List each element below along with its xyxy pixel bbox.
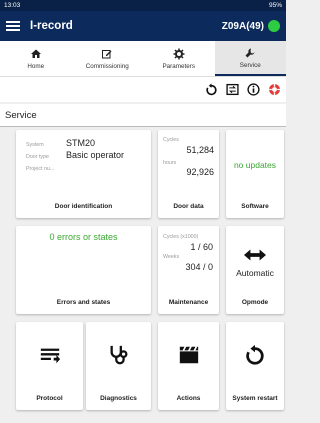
protocol-tile[interactable]: Protocol — [16, 322, 83, 410]
tab-label: Service — [239, 61, 261, 69]
menu-icon[interactable] — [6, 21, 20, 31]
diagnostics-tile[interactable]: Diagnostics — [86, 322, 151, 410]
device-id[interactable]: Z09A(49) — [222, 21, 264, 32]
home-icon — [30, 49, 41, 58]
door-identification-tile[interactable]: System STM20 Door type Basic operator Pr… — [16, 130, 151, 218]
weeks-value: 304 / 0 — [185, 262, 213, 272]
tile-caption: Errors and states — [56, 299, 111, 306]
tile-caption: Door identification — [54, 203, 113, 210]
section-header: Service — [0, 104, 286, 127]
software-status: no updates — [233, 160, 277, 170]
protocol-list-icon — [40, 348, 60, 364]
errors-states-tile[interactable]: 0 errors or states Errors and states — [16, 226, 151, 314]
cycles-value: 51,284 — [186, 145, 214, 155]
restart-icon[interactable] — [205, 83, 218, 96]
actions-tile[interactable]: Actions — [158, 322, 219, 410]
tile-caption: Protocol — [36, 395, 63, 402]
tile-caption: Software — [241, 203, 269, 210]
software-tile[interactable]: no updates Software — [226, 130, 284, 218]
project-label: Project nu... — [26, 166, 55, 172]
service-toolbar — [0, 77, 286, 102]
lifebuoy-icon[interactable] — [268, 83, 281, 96]
doortype-value: Basic operator — [66, 150, 125, 160]
app-title: I-record — [30, 20, 73, 32]
restart-icon — [246, 344, 264, 365]
device-swap-icon[interactable] — [226, 83, 239, 96]
tab-label: Commissioning — [85, 62, 129, 70]
tab-label: Home — [27, 62, 45, 70]
maintenance-tile[interactable]: Cycles (x1000) 1 / 60 Weeks 304 / 0 Main… — [158, 226, 219, 314]
opmode-tile[interactable]: Automatic Opmode — [226, 226, 284, 314]
tile-caption: Diagnostics — [100, 395, 137, 402]
gear-icon — [173, 48, 185, 59]
weeks-label: Weeks — [163, 254, 180, 260]
clapperboard-icon — [179, 346, 198, 364]
tab-commissioning[interactable]: Commissioning — [72, 41, 144, 76]
system-restart-tile[interactable]: System restart — [226, 322, 284, 410]
tab-home[interactable]: Home — [0, 41, 72, 76]
tile-caption: Actions — [176, 395, 201, 402]
tab-service[interactable]: Service — [214, 41, 286, 76]
door-data-tile[interactable]: Cycles 51,284 hours 92,926 Door data — [158, 130, 219, 218]
tab-bar: Home Commissioning Parameters Service — [0, 41, 286, 77]
opmode-value: Automatic — [236, 268, 274, 278]
doortype-label: Door type — [26, 154, 49, 160]
system-value: STM20 — [66, 138, 96, 148]
status-bar: 13:03 95% — [0, 0, 286, 11]
tile-caption: Opmode — [241, 299, 269, 306]
info-icon[interactable] — [247, 83, 260, 96]
tile-caption: Maintenance — [168, 299, 209, 306]
connection-status-icon — [268, 20, 280, 32]
wrench-icon — [245, 48, 255, 57]
app-bar: I-record Z09A(49) — [0, 11, 286, 41]
edit-icon — [102, 49, 112, 58]
tab-parameters[interactable]: Parameters — [143, 41, 215, 76]
tab-label: Parameters — [162, 62, 196, 70]
system-label: System — [26, 142, 44, 148]
cycles-label: Cycles — [163, 137, 179, 143]
maint-cycles-value: 1 / 60 — [190, 242, 213, 252]
hours-value: 92,926 — [186, 167, 214, 177]
double-arrow-icon — [244, 249, 266, 261]
stethoscope-icon — [110, 345, 127, 365]
tile-caption: System restart — [232, 395, 278, 402]
hours-label: hours — [163, 160, 177, 166]
status-time: 13:03 — [4, 2, 21, 9]
section-title: Service — [5, 109, 37, 121]
errors-status: 0 errors or states — [49, 232, 118, 242]
maint-cycles-label: Cycles (x1000) — [163, 234, 199, 240]
status-battery: 95% — [268, 2, 282, 9]
tile-caption: Door data — [173, 203, 204, 210]
